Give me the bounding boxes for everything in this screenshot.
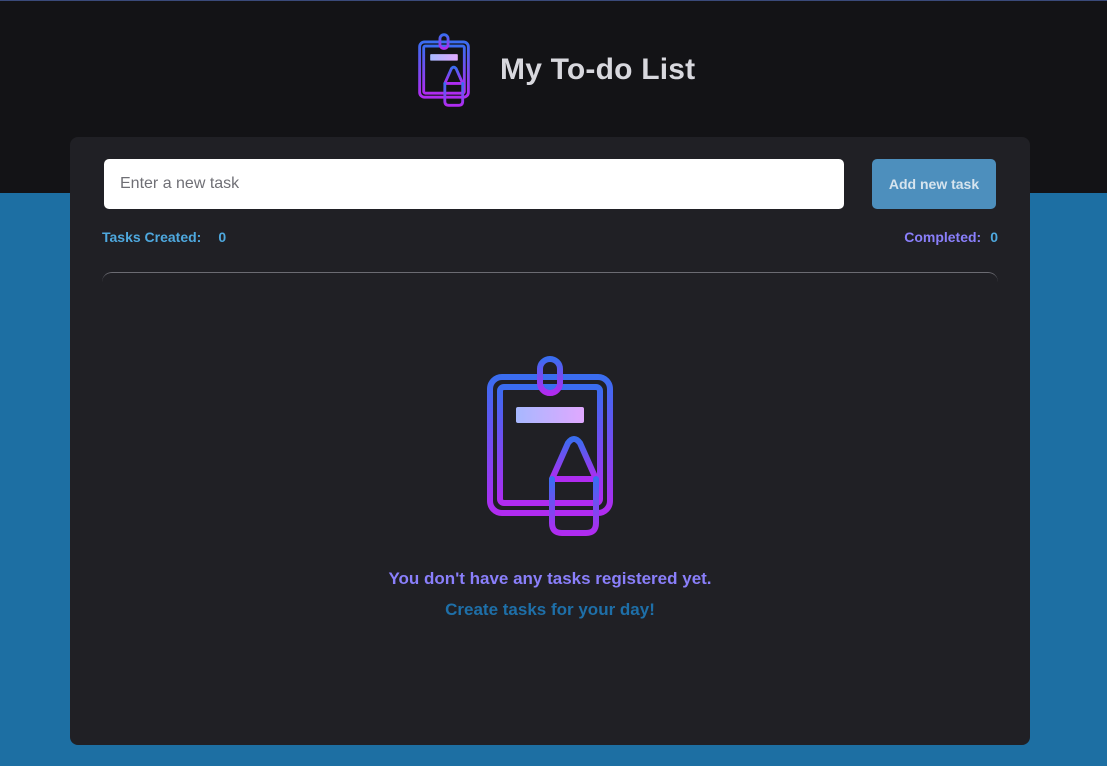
clipboard-pencil-icon [487,356,613,536]
page-title: My To-do List [500,53,696,86]
tasks-completed-counter: Completed: 0 [904,229,998,245]
new-task-input[interactable] [104,159,844,209]
tasks-completed-count: 0 [990,229,998,245]
empty-state-subtitle: Create tasks for your day! [445,600,655,619]
empty-state-title: You don't have any tasks registered yet. [388,569,712,588]
tasks-created-label: Tasks Created: [102,229,202,245]
clipboard-pencil-icon [418,33,470,107]
tasks-created-count: 0 [218,229,227,245]
task-card: Add new task Tasks Created: 0 Completed:… [70,137,1030,745]
tasks-completed-label: Completed: [904,229,982,245]
brand: My To-do List [418,33,695,107]
tasks-created-counter: Tasks Created: 0 [102,229,226,245]
add-task-button[interactable]: Add new task [872,159,996,209]
task-list-divider [102,272,998,284]
